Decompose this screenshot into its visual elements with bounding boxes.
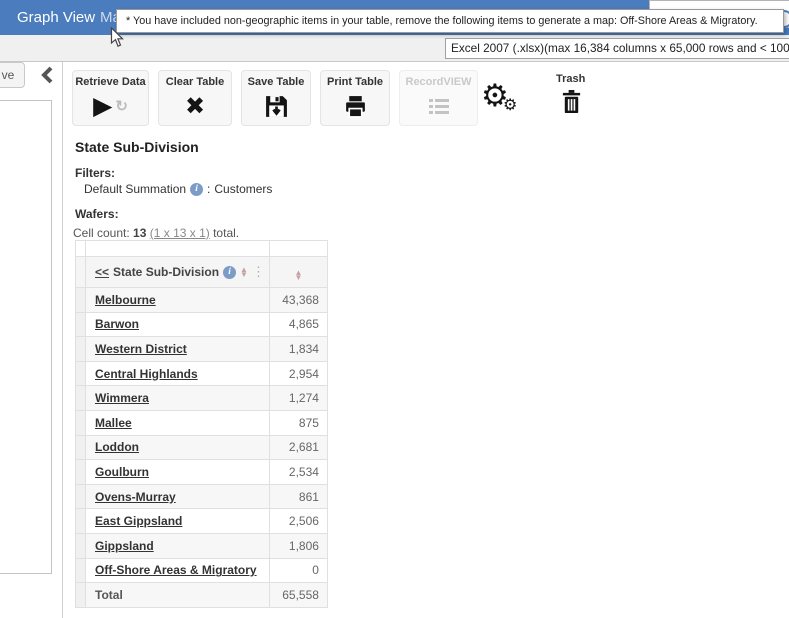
- row-label[interactable]: Ovens-Murray: [95, 490, 176, 504]
- column-header-label: State Sub-Division: [113, 265, 219, 279]
- table-row: Melbourne 43,368: [76, 288, 328, 313]
- row-gutter: [76, 386, 86, 411]
- row-label[interactable]: East Gippsland: [95, 514, 182, 528]
- row-gutter: [76, 435, 86, 460]
- row-label[interactable]: Western District: [95, 342, 187, 356]
- retrieve-data-button[interactable]: Retrieve Data ▶ ↻: [72, 70, 149, 126]
- row-label[interactable]: Central Highlands: [95, 367, 198, 381]
- row-value: 4,865: [269, 312, 327, 337]
- table-header-row: << State Sub-Division i ▲▼ ⋮ ▲▼: [76, 257, 328, 288]
- row-label[interactable]: Goulburn: [95, 465, 149, 479]
- row-gutter: [76, 312, 86, 337]
- print-icon: [343, 88, 368, 125]
- collapse-chevron-icon[interactable]: [40, 66, 54, 89]
- trash-icon[interactable]: [560, 89, 583, 120]
- row-gutter: [76, 361, 86, 386]
- row-value: 43,368: [269, 288, 327, 313]
- info-icon[interactable]: i: [190, 183, 203, 196]
- play-icon: ▶: [93, 94, 112, 119]
- collapse-column-link[interactable]: <<: [95, 265, 109, 279]
- row-value: 1,834: [269, 337, 327, 362]
- recordview-button[interactable]: RecordVIEW: [399, 70, 478, 126]
- row-label[interactable]: Mallee: [95, 416, 132, 430]
- row-value: 1,806: [269, 533, 327, 558]
- clear-x-icon: ✖: [185, 95, 205, 119]
- trash-label: Trash: [556, 73, 585, 85]
- cell-count-value: 13: [133, 226, 146, 240]
- row-gutter: [76, 509, 86, 534]
- table-row: Total 65,558: [76, 583, 328, 608]
- filter-value: Customers: [214, 182, 272, 196]
- filters-label: Filters:: [75, 166, 115, 180]
- filter-separator: :: [207, 182, 210, 196]
- row-value: 2,954: [269, 361, 327, 386]
- row-gutter: [76, 460, 86, 485]
- cell-count-line: Cell count: 13 (1 x 13 x 1) total.: [73, 226, 239, 240]
- table-row: Mallee 875: [76, 410, 328, 435]
- row-label[interactable]: Gippsland: [95, 539, 154, 553]
- row-gutter: [76, 288, 86, 313]
- row-label: Total: [95, 588, 123, 602]
- info-icon[interactable]: i: [223, 266, 236, 279]
- app-window: Graph View Ma * You have included non-ge…: [0, 0, 789, 618]
- row-value: 1,274: [269, 386, 327, 411]
- row-value: 875: [269, 410, 327, 435]
- map-warning-tooltip: * You have included non-geographic items…: [116, 9, 784, 33]
- settings-gears-icon[interactable]: ⚙ ⚙: [481, 80, 521, 120]
- sort-icon[interactable]: ▲▼: [240, 267, 248, 278]
- drag-handle-icon[interactable]: ⋮: [252, 264, 265, 280]
- table-toolbar: Retrieve Data ▶ ↻ Clear Table ✖ Save Tab…: [72, 70, 478, 126]
- data-table: << State Sub-Division i ▲▼ ⋮ ▲▼ Melbourn…: [75, 240, 328, 608]
- sidebar-panel: [0, 100, 52, 574]
- row-value: 2,534: [269, 460, 327, 485]
- clear-table-button[interactable]: Clear Table ✖: [158, 70, 232, 126]
- list-icon: [427, 88, 451, 125]
- table-row: Ovens-Murray 861: [76, 484, 328, 509]
- table-body: << State Sub-Division i ▲▼ ⋮ ▲▼ Melbourn…: [76, 241, 328, 608]
- table-row: Goulburn 2,534: [76, 460, 328, 485]
- download-format-select[interactable]: Excel 2007 (.xlsx)(max 16,384 columns x …: [445, 38, 789, 59]
- row-gutter: [76, 583, 86, 608]
- row-value: 861: [269, 484, 327, 509]
- wafers-label: Wafers:: [75, 207, 119, 221]
- row-label[interactable]: Wimmera: [95, 391, 149, 405]
- table-row: Loddon 2,681: [76, 435, 328, 460]
- row-label[interactable]: Off-Shore Areas & Migratory: [95, 563, 257, 577]
- panel-divider: [62, 62, 63, 618]
- table-row: Gippsland 1,806: [76, 533, 328, 558]
- row-value: 2,506: [269, 509, 327, 534]
- row-value: 65,558: [269, 583, 327, 608]
- table-row: Central Highlands 2,954: [76, 361, 328, 386]
- table-row: Barwon 4,865: [76, 312, 328, 337]
- row-label[interactable]: Barwon: [95, 317, 139, 331]
- tab-graph-view[interactable]: Graph View: [17, 0, 95, 35]
- filter-line: Default Summation i : Customers: [84, 182, 272, 196]
- row-gutter: [76, 410, 86, 435]
- row-value: 2,681: [269, 435, 327, 460]
- table-spacer-row: [76, 241, 328, 257]
- header-gutter: [76, 257, 86, 288]
- table-row: Western District 1,834: [76, 337, 328, 362]
- mouse-cursor: [110, 27, 124, 53]
- sidebar-tab-partial[interactable]: ve: [0, 62, 25, 88]
- cell-count-link[interactable]: (1 x 13 x 1): [150, 226, 210, 240]
- print-table-button[interactable]: Print Table: [320, 70, 390, 126]
- filter-name: Default Summation: [84, 182, 186, 196]
- table-row: Off-Shore Areas & Migratory 0: [76, 558, 328, 583]
- page-title: State Sub-Division: [75, 139, 199, 155]
- row-gutter: [76, 533, 86, 558]
- row-value: 0: [269, 558, 327, 583]
- row-label[interactable]: Loddon: [95, 440, 139, 454]
- table-row: Wimmera 1,274: [76, 386, 328, 411]
- row-label[interactable]: Melbourne: [95, 293, 156, 307]
- save-icon: [264, 88, 289, 125]
- row-gutter: [76, 484, 86, 509]
- row-gutter: [76, 558, 86, 583]
- refresh-icon: ↻: [115, 99, 128, 114]
- table-row: East Gippsland 2,506: [76, 509, 328, 534]
- row-gutter: [76, 337, 86, 362]
- save-table-button[interactable]: Save Table: [241, 70, 311, 126]
- sort-icon[interactable]: ▲▼: [294, 270, 302, 281]
